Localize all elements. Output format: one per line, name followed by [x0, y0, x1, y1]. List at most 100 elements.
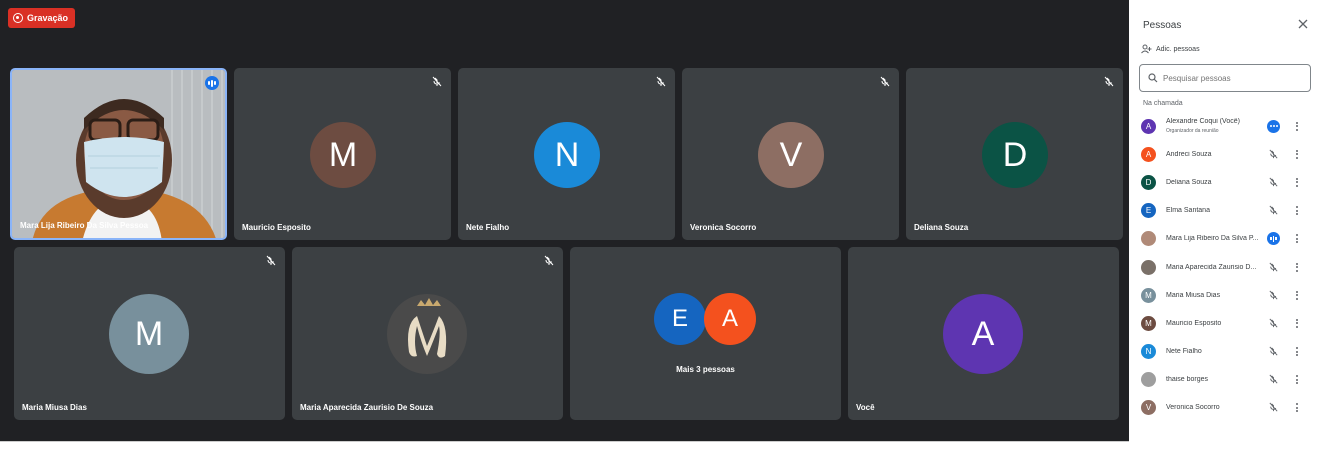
participant-avatar: M — [1141, 315, 1156, 331]
participant-menu-icon[interactable] — [1294, 120, 1300, 132]
video-tile-maria-miusa[interactable]: M Maria Miusa Dias — [14, 247, 285, 420]
more-people-label: Mais 3 pessoas — [676, 365, 735, 374]
avatar: A — [704, 293, 756, 345]
mic-off-icon — [880, 76, 890, 87]
video-tile-self[interactable]: A Você — [848, 247, 1119, 420]
participant-avatar: M — [1141, 287, 1156, 303]
recording-icon — [13, 13, 23, 23]
participant-name: Andreci Souza — [1166, 150, 1212, 158]
video-tile-group[interactable]: E A Mais 3 pessoas — [570, 247, 841, 420]
mic-off-icon — [432, 76, 442, 87]
video-tile-mauricio[interactable]: M Mauricio Esposito — [234, 68, 451, 240]
participant-menu-icon[interactable] — [1294, 233, 1300, 245]
recording-badge[interactable]: Gravação — [8, 8, 76, 28]
mic-off-icon[interactable] — [1268, 205, 1279, 216]
mic-off-icon — [544, 255, 554, 266]
mic-off-icon[interactable] — [1268, 374, 1279, 385]
participant-menu-icon[interactable] — [1294, 346, 1300, 358]
speaking-indicator-icon — [1267, 232, 1280, 246]
avatar: M — [310, 122, 376, 188]
add-people-button[interactable]: Adic. pessoas — [1141, 44, 1200, 54]
participant-avatar: E — [1141, 203, 1156, 219]
panel-title: Pessoas — [1143, 20, 1182, 31]
mic-off-icon[interactable] — [1268, 318, 1279, 329]
mic-off-icon[interactable] — [1268, 290, 1279, 301]
participant-name: thaise borges — [1166, 376, 1209, 384]
participant-name: Mauricio Esposito — [1166, 319, 1222, 327]
tile-name: Maria Miusa Dias — [22, 403, 87, 412]
participant-menu-icon[interactable] — [1294, 374, 1300, 386]
tile-name: Veronica Socorro — [690, 223, 757, 232]
participant-name: Alexandre Coqui (Você) — [1166, 118, 1240, 125]
participant-menu-icon[interactable] — [1294, 148, 1300, 160]
participant-avatar: D — [1141, 174, 1156, 190]
video-tile-mara[interactable]: Mara Lija Ribeiro Da Silva Pessoa — [10, 68, 227, 240]
section-label: Na chamada — [1143, 100, 1183, 107]
participant-avatar: N — [1141, 344, 1156, 360]
participant-row[interactable]: Mara Lija Ribeiro Da Silva P... — [1131, 225, 1319, 253]
tile-name: Mauricio Esposito — [242, 223, 311, 232]
video-tile-veronica[interactable]: V Veronica Socorro — [682, 68, 899, 240]
more-options-icon — [1267, 119, 1280, 133]
participant-row[interactable]: N Nete Fialho — [1131, 338, 1319, 366]
participant-menu-icon[interactable] — [1294, 176, 1300, 188]
avatar: D — [982, 122, 1048, 188]
mic-off-icon[interactable] — [1268, 177, 1279, 188]
tile-name: Maria Aparecida Zaurisio De Souza — [300, 403, 434, 412]
participant-name: Maria Miusa Dias — [1166, 291, 1221, 299]
participant-photo — [1141, 372, 1156, 388]
people-list: A Alexandre Coqui (Você) Organizador da re… — [1131, 112, 1319, 422]
video-tile-nete[interactable]: N Nete Fialho — [458, 68, 675, 240]
participant-name: Mara Lija Ribeiro Da Silva P... — [1166, 235, 1259, 243]
mic-off-icon[interactable] — [1268, 262, 1279, 273]
mic-off-icon — [1104, 76, 1114, 87]
tile-name: Você — [856, 403, 875, 412]
participant-row[interactable]: M Maria Miusa Dias — [1131, 281, 1319, 309]
avatar: V — [758, 122, 824, 188]
mic-off-icon — [656, 76, 666, 87]
participant-row[interactable]: thaise borges — [1131, 366, 1319, 394]
search-input[interactable] — [1163, 73, 1303, 83]
participant-menu-icon[interactable] — [1294, 205, 1300, 217]
participant-video — [12, 70, 225, 238]
tile-name: Nete Fialho — [466, 223, 510, 232]
mic-off-icon[interactable] — [1268, 149, 1279, 160]
close-icon[interactable] — [1297, 18, 1309, 30]
video-tile-maria-aparecida[interactable]: Maria Aparecida Zaurisio De Souza — [292, 247, 563, 420]
participant-avatar: A — [1141, 118, 1156, 134]
mic-off-icon[interactable] — [1268, 346, 1279, 357]
participant-menu-icon[interactable] — [1294, 289, 1300, 301]
participant-row[interactable]: A Andreci Souza — [1131, 140, 1319, 168]
participant-row[interactable]: E Elma Santana — [1131, 197, 1319, 225]
participant-row[interactable]: A Alexandre Coqui (Você) Organizador da re… — [1131, 112, 1319, 140]
participant-avatar: A — [1141, 146, 1156, 162]
monogram-logo — [387, 294, 467, 374]
avatar: N — [534, 122, 600, 188]
participant-row[interactable]: M Mauricio Esposito — [1131, 309, 1319, 337]
meeting-stage: Gravação Mara Lija Ribeiro Da Silva Pess… — [0, 0, 1129, 442]
participant-name: Maria Aparecida Zaurisio D... — [1166, 263, 1257, 271]
participant-photo — [1141, 259, 1156, 275]
tile-name: Deliana Souza — [914, 223, 969, 232]
search-box[interactable] — [1139, 64, 1311, 92]
participant-photo — [1141, 231, 1156, 247]
mic-off-icon — [266, 255, 276, 266]
recording-label: Gravação — [27, 13, 69, 23]
avatar: M — [109, 294, 189, 374]
add-person-icon — [1141, 44, 1152, 54]
participant-row[interactable]: Maria Aparecida Zaurisio D... — [1131, 253, 1319, 281]
people-panel: Pessoas Adic. pessoas Na chamada A Alexan… — [1131, 8, 1319, 450]
participant-row[interactable]: V Veronica Socorro — [1131, 394, 1319, 422]
avatar: E — [654, 293, 706, 345]
participant-menu-icon[interactable] — [1294, 261, 1300, 273]
participant-row[interactable]: D Deliana Souza — [1131, 168, 1319, 196]
participant-avatar: V — [1141, 400, 1156, 416]
participant-menu-icon[interactable] — [1294, 402, 1300, 414]
participant-name: Deliana Souza — [1166, 178, 1212, 186]
participant-name: Nete Fialho — [1166, 348, 1202, 356]
participant-menu-icon[interactable] — [1294, 317, 1300, 329]
participant-role: Organizador da reunião — [1166, 128, 1219, 134]
participant-name: Veronica Socorro — [1166, 404, 1220, 412]
video-tile-deliana[interactable]: D Deliana Souza — [906, 68, 1123, 240]
mic-off-icon[interactable] — [1268, 402, 1279, 413]
